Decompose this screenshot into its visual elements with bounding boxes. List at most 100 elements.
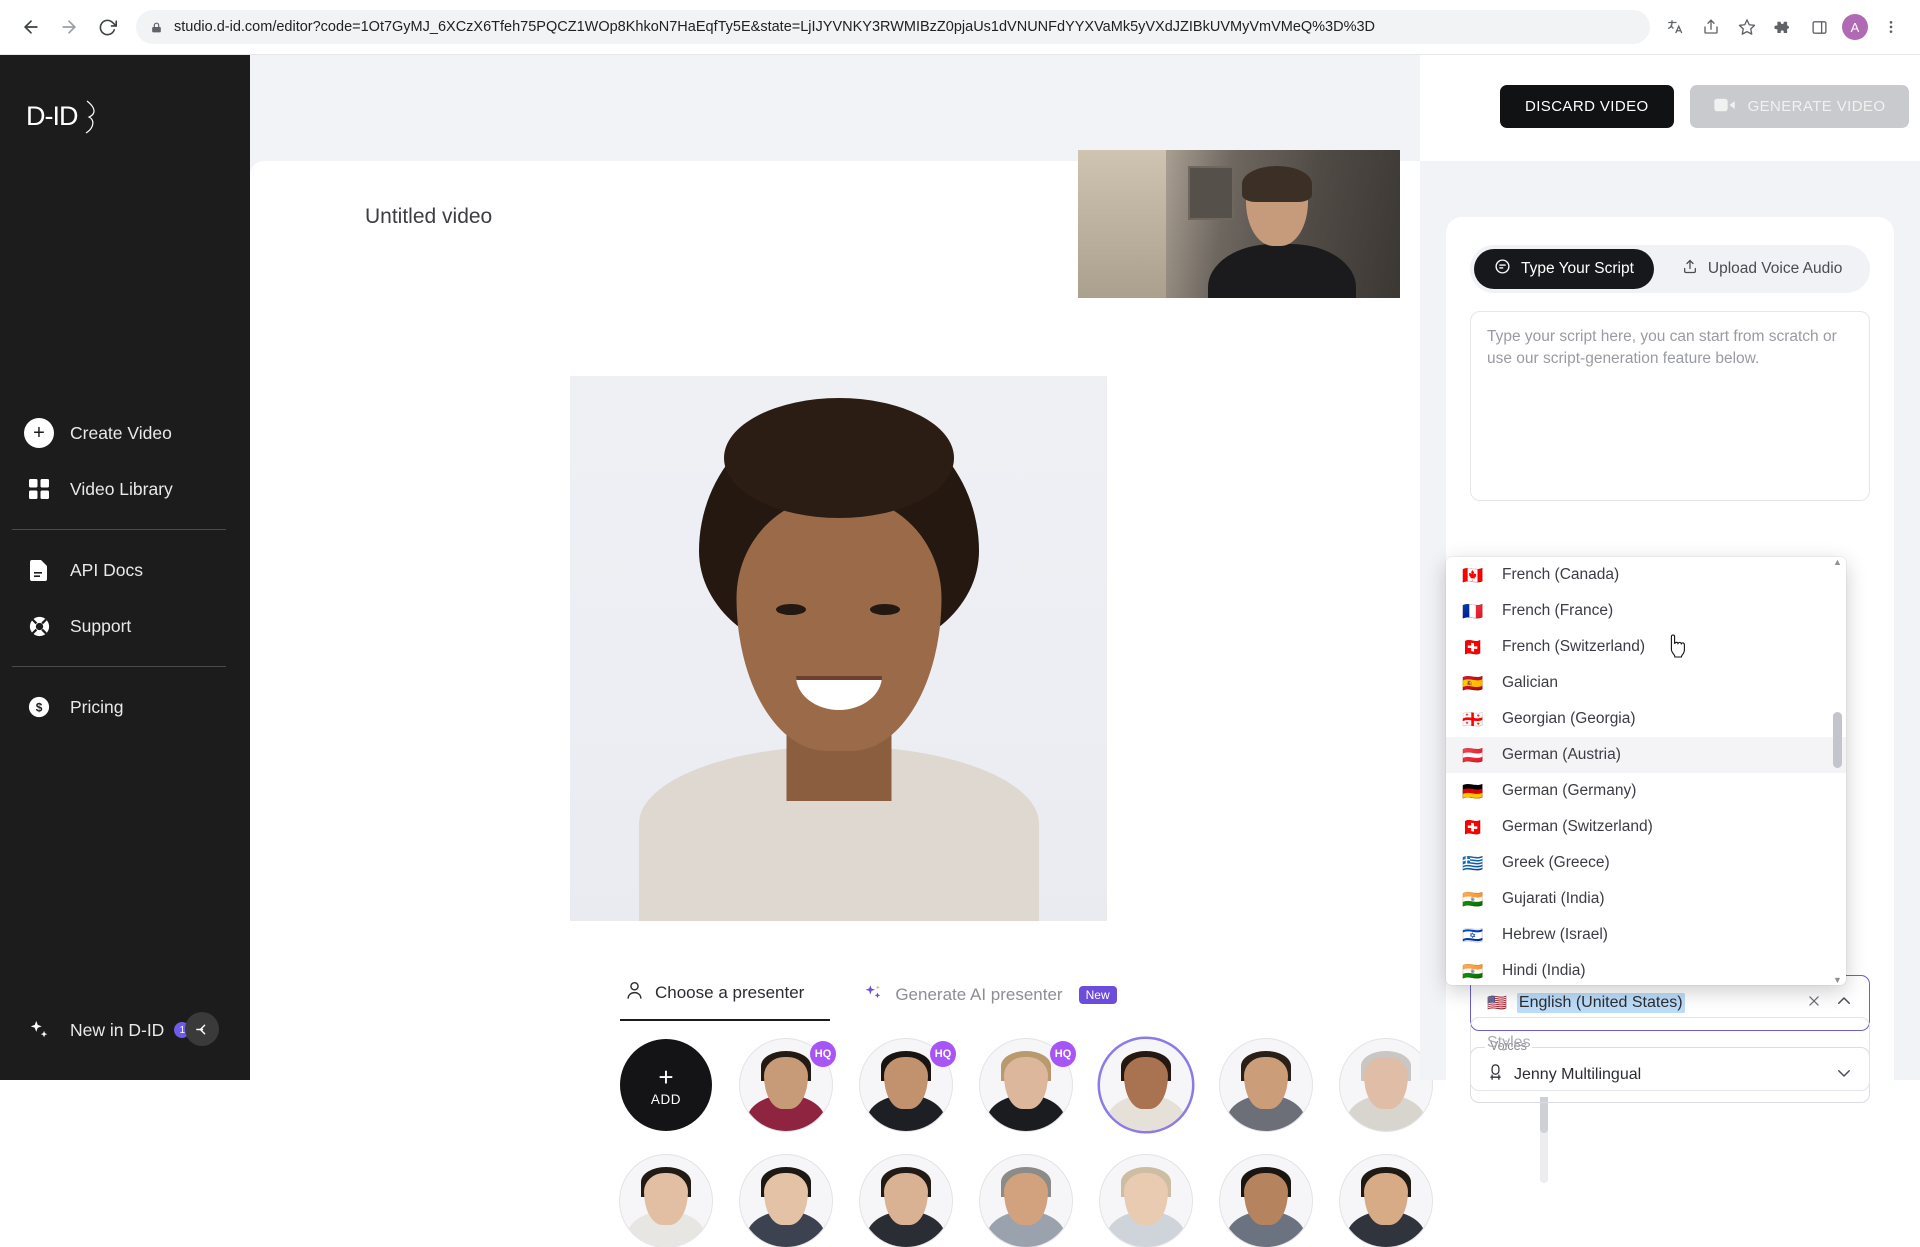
avatar[interactable]: A bbox=[1840, 12, 1870, 42]
sidebar-item-label: Video Library bbox=[70, 478, 173, 499]
language-option[interactable]: 🇪🇸 Galician bbox=[1446, 665, 1846, 701]
sidebar-item-create-video[interactable]: + Create Video bbox=[0, 405, 250, 461]
plus-circle-icon: + bbox=[24, 418, 54, 448]
language-option[interactable]: 🇮🇳 Gujarati (India) bbox=[1446, 881, 1846, 917]
language-option[interactable]: 🇮🇱 Hebrew (Israel) bbox=[1446, 917, 1846, 953]
thumbnail-image bbox=[980, 1155, 1072, 1247]
tab-label: Generate AI presenter bbox=[895, 985, 1063, 1004]
collapse-sidebar-icon[interactable] bbox=[185, 1012, 219, 1046]
scrollbar-track[interactable] bbox=[1833, 567, 1842, 975]
flag-icon: 🇺🇸 bbox=[1487, 995, 1507, 1012]
svg-text:D-ID: D-ID bbox=[26, 101, 78, 131]
flag-icon: 🇬🇷 bbox=[1462, 853, 1484, 873]
presenter-thumbnail[interactable] bbox=[1340, 1155, 1432, 1247]
tab-type-your-script[interactable]: Type Your Script bbox=[1474, 249, 1654, 289]
kebab-menu-icon[interactable] bbox=[1876, 12, 1906, 42]
language-option-label: French (Switzerland) bbox=[1502, 638, 1645, 655]
forward-arrow-icon[interactable] bbox=[52, 10, 86, 44]
tab-upload-voice-audio[interactable]: Upload Voice Audio bbox=[1662, 249, 1862, 289]
language-option[interactable]: 🇬🇪 Georgian (Georgia) bbox=[1446, 701, 1846, 737]
thumbnail-image bbox=[1220, 1155, 1312, 1247]
thumbnail-image bbox=[1340, 1155, 1432, 1247]
video-name[interactable]: Untitled video bbox=[365, 205, 492, 229]
sidebar: D-ID + Create Video Video Library API Do… bbox=[0, 55, 250, 1080]
star-icon[interactable] bbox=[1732, 12, 1762, 42]
scroll-up-arrow[interactable]: ▲ bbox=[1833, 557, 1842, 567]
presenter-thumbnail[interactable] bbox=[1100, 1155, 1192, 1247]
language-option-label: German (Switzerland) bbox=[1502, 818, 1653, 835]
lock-icon bbox=[150, 21, 163, 34]
language-option[interactable]: 🇫🇷 French (France) bbox=[1446, 593, 1846, 629]
language-option[interactable]: 🇩🇪 German (Germany) bbox=[1446, 773, 1846, 809]
language-option-label: Gujarati (India) bbox=[1502, 890, 1605, 907]
add-presenter-button[interactable]: + ADD bbox=[620, 1039, 712, 1131]
sidebar-item-api-docs[interactable]: API Docs bbox=[0, 542, 250, 598]
scroll-down-arrow[interactable]: ▼ bbox=[1833, 975, 1842, 985]
presenter-thumbnail[interactable] bbox=[740, 1155, 832, 1247]
side-panel-icon[interactable] bbox=[1804, 12, 1834, 42]
clear-x-icon[interactable] bbox=[1807, 994, 1821, 1013]
dollar-circle-icon: $ bbox=[24, 692, 54, 722]
tab-generate-ai-presenter[interactable]: Generate AI presenter New bbox=[830, 983, 1142, 1021]
language-value: English (United States) bbox=[1516, 993, 1685, 1013]
scrollbar-knob[interactable] bbox=[1833, 712, 1842, 768]
presenter-thumbnail[interactable] bbox=[1100, 1039, 1192, 1131]
presenter-tabs: Choose a presenter Generate AI presenter… bbox=[620, 981, 1143, 1021]
hq-badge: HQ bbox=[930, 1041, 956, 1067]
flag-icon: 🇮🇳 bbox=[1462, 961, 1484, 981]
script-panel: Type Your Script Upload Voice Audio Type… bbox=[1420, 161, 1920, 1103]
language-option-label: Greek (Greece) bbox=[1502, 854, 1610, 871]
presenter-thumbnail[interactable]: HQ bbox=[740, 1039, 836, 1131]
language-option[interactable]: 🇦🇹 German (Austria) bbox=[1446, 737, 1846, 773]
add-label: ADD bbox=[650, 1091, 682, 1107]
language-option[interactable]: 🇮🇳 Hindi (India) bbox=[1446, 953, 1846, 985]
flag-icon: 🇮🇳 bbox=[1462, 889, 1484, 909]
sidebar-item-pricing[interactable]: $ Pricing bbox=[0, 679, 250, 735]
sparkle-icon bbox=[24, 1015, 54, 1045]
language-option-label: Hebrew (Israel) bbox=[1502, 926, 1608, 943]
language-field-icons bbox=[1807, 992, 1853, 1015]
language-option[interactable]: 🇨🇭 German (Switzerland) bbox=[1446, 809, 1846, 845]
pip-wall-panel bbox=[1188, 166, 1234, 220]
flag-icon: 🇬🇪 bbox=[1462, 709, 1484, 729]
presenter-thumbnail[interactable] bbox=[860, 1155, 952, 1247]
generate-video-label: GENERATE VIDEO bbox=[1747, 98, 1886, 115]
document-icon bbox=[24, 555, 54, 585]
presenter-thumbnail[interactable] bbox=[1220, 1039, 1312, 1131]
back-arrow-icon[interactable] bbox=[14, 10, 48, 44]
share-icon[interactable] bbox=[1696, 12, 1726, 42]
flag-icon: 🇩🇪 bbox=[1462, 781, 1484, 801]
discard-video-button[interactable]: DISCARD VIDEO bbox=[1500, 85, 1674, 128]
script-icon bbox=[1494, 258, 1511, 280]
url-text: studio.d-id.com/editor?code=1Ot7GyMJ_6XC… bbox=[174, 19, 1376, 35]
presenter-thumbnail[interactable]: HQ bbox=[980, 1039, 1076, 1131]
presenter-thumbnail[interactable] bbox=[620, 1155, 712, 1247]
presenter-thumbnail[interactable]: HQ bbox=[860, 1039, 956, 1131]
language-option[interactable]: 🇬🇷 Greek (Greece) bbox=[1446, 845, 1846, 881]
grid-icon bbox=[24, 474, 54, 504]
brand-logo[interactable]: D-ID bbox=[24, 95, 96, 146]
language-option[interactable]: 🇨🇦 French (Canada) bbox=[1446, 557, 1846, 593]
puzzle-icon[interactable] bbox=[1768, 12, 1798, 42]
chevron-up-icon[interactable] bbox=[1835, 992, 1853, 1015]
webcam-preview[interactable] bbox=[1078, 150, 1400, 298]
address-bar[interactable]: studio.d-id.com/editor?code=1Ot7GyMJ_6XC… bbox=[136, 10, 1650, 44]
flag-icon: 🇫🇷 bbox=[1462, 601, 1484, 621]
tab-choose-a-presenter[interactable]: Choose a presenter bbox=[620, 981, 831, 1021]
reload-icon[interactable] bbox=[90, 10, 124, 44]
dropdown-scrollbar[interactable]: ▲ ▼ bbox=[1833, 557, 1842, 985]
language-option-label: Galician bbox=[1502, 674, 1558, 691]
sidebar-item-video-library[interactable]: Video Library bbox=[0, 461, 250, 517]
presenter-thumbnail[interactable] bbox=[1220, 1155, 1312, 1247]
thumbnail-image bbox=[1340, 1039, 1432, 1131]
thumbnail-image bbox=[1100, 1155, 1192, 1247]
generate-video-button[interactable]: GENERATE VIDEO bbox=[1689, 85, 1910, 128]
thumbnail-image bbox=[620, 1155, 712, 1247]
translate-icon[interactable] bbox=[1660, 12, 1690, 42]
sidebar-item-support[interactable]: Support bbox=[0, 598, 250, 654]
language-option[interactable]: 🇨🇭 French (Switzerland) bbox=[1446, 629, 1846, 665]
language-dropdown[interactable]: 🇨🇦 French (Canada) 🇫🇷 French (France) 🇨🇭 Fren… bbox=[1446, 557, 1846, 985]
presenter-thumbnail[interactable] bbox=[1340, 1039, 1432, 1131]
presenter-thumbnail[interactable] bbox=[980, 1155, 1072, 1247]
script-input[interactable]: Type your script here, you can start fro… bbox=[1470, 311, 1870, 501]
